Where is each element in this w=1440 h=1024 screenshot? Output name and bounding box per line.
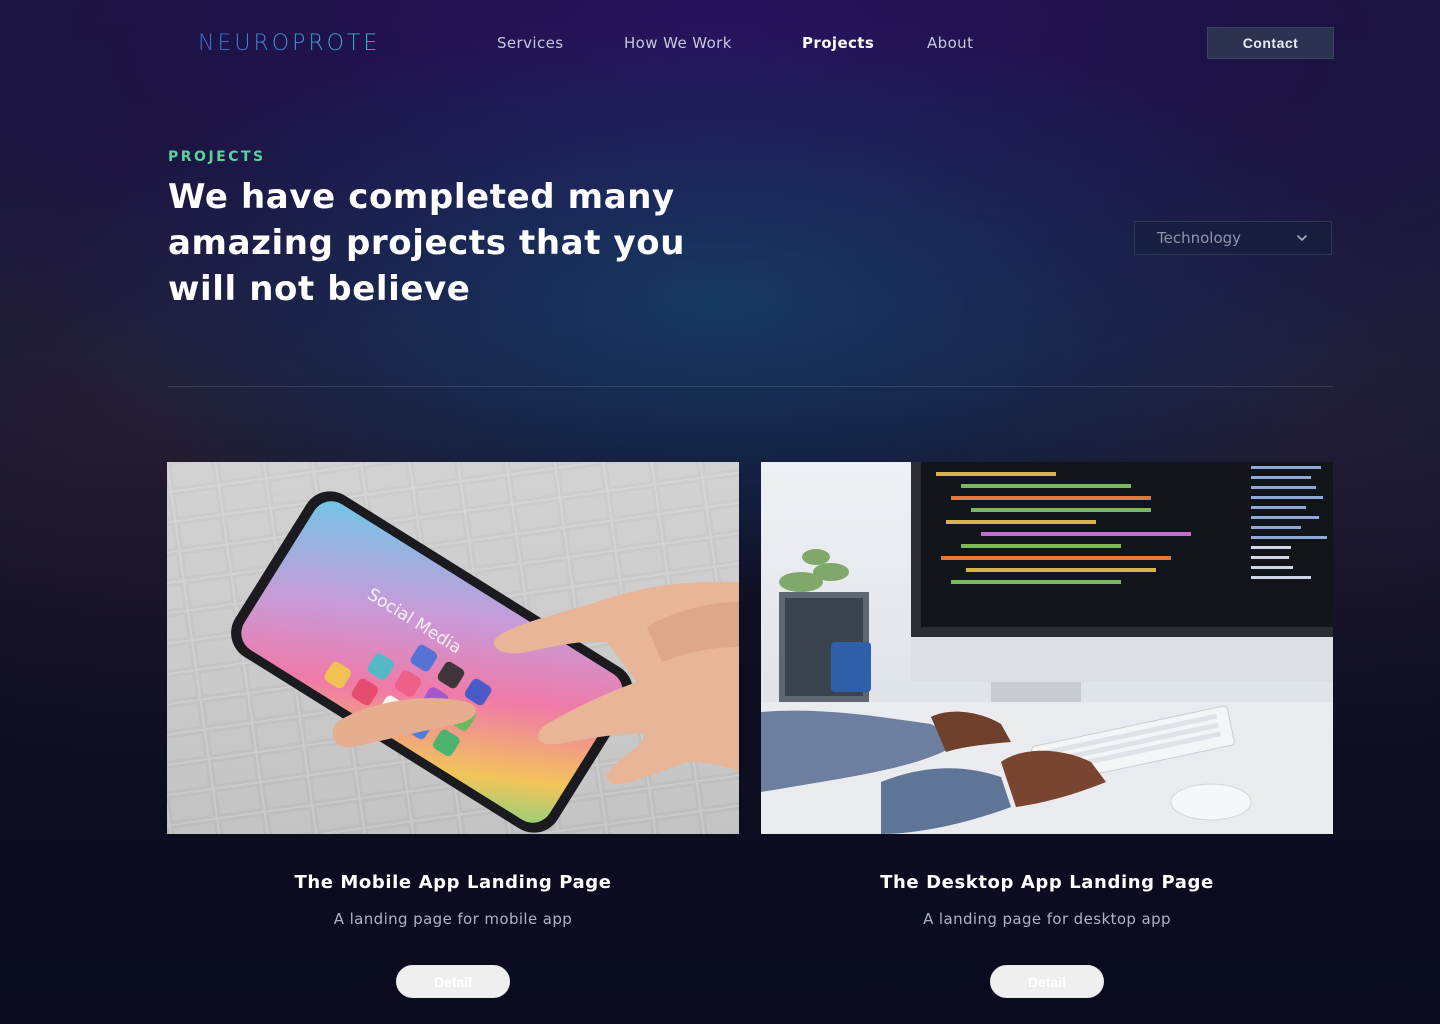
desktop-coding-photo bbox=[761, 462, 1333, 834]
contact-button[interactable]: Contact bbox=[1207, 27, 1334, 59]
section-eyebrow: PROJECTS bbox=[168, 149, 266, 165]
brand-logo[interactable]: NEUROPROTE bbox=[198, 30, 380, 56]
nav-link-projects[interactable]: Projects bbox=[802, 34, 874, 52]
project-description: A landing page for mobile app bbox=[333, 910, 573, 928]
page-headline: We have completed many amazing projects … bbox=[168, 174, 748, 312]
headline-line-2: amazing projects that you bbox=[168, 223, 686, 263]
smartphone-photo: Social Media bbox=[167, 462, 739, 834]
nav-link-services[interactable]: Services bbox=[497, 34, 563, 52]
logo-wordmark: NEUROPROTE bbox=[198, 30, 381, 56]
project-card-desktop: The Desktop App Landing Page A landing p… bbox=[761, 462, 1333, 998]
project-detail-button[interactable]: Detail bbox=[396, 965, 510, 998]
headline-line-1: We have completed many bbox=[168, 177, 675, 217]
nav-link-how-we-work[interactable]: How We Work bbox=[624, 34, 732, 52]
top-navigation: NEUROPROTE Services How We Work Projects… bbox=[0, 0, 1440, 90]
technology-filter-select[interactable]: Technology bbox=[1134, 221, 1332, 255]
project-image-desktop[interactable] bbox=[761, 462, 1333, 834]
project-detail-button[interactable]: Detail bbox=[990, 965, 1104, 998]
section-divider bbox=[168, 386, 1333, 387]
headline-line-3: will not believe bbox=[168, 269, 471, 309]
chevron-down-icon bbox=[1297, 235, 1307, 241]
project-title: The Mobile App Landing Page bbox=[294, 872, 612, 893]
project-image-mobile[interactable]: Social Media bbox=[167, 462, 739, 834]
filter-selected-value: Technology bbox=[1157, 229, 1242, 247]
nav-link-about[interactable]: About bbox=[927, 34, 973, 52]
project-card-mobile: Social Media The Mobile App Landing Page… bbox=[167, 462, 739, 998]
project-description: A landing page for desktop app bbox=[923, 910, 1171, 928]
project-title: The Desktop App Landing Page bbox=[880, 872, 1214, 893]
